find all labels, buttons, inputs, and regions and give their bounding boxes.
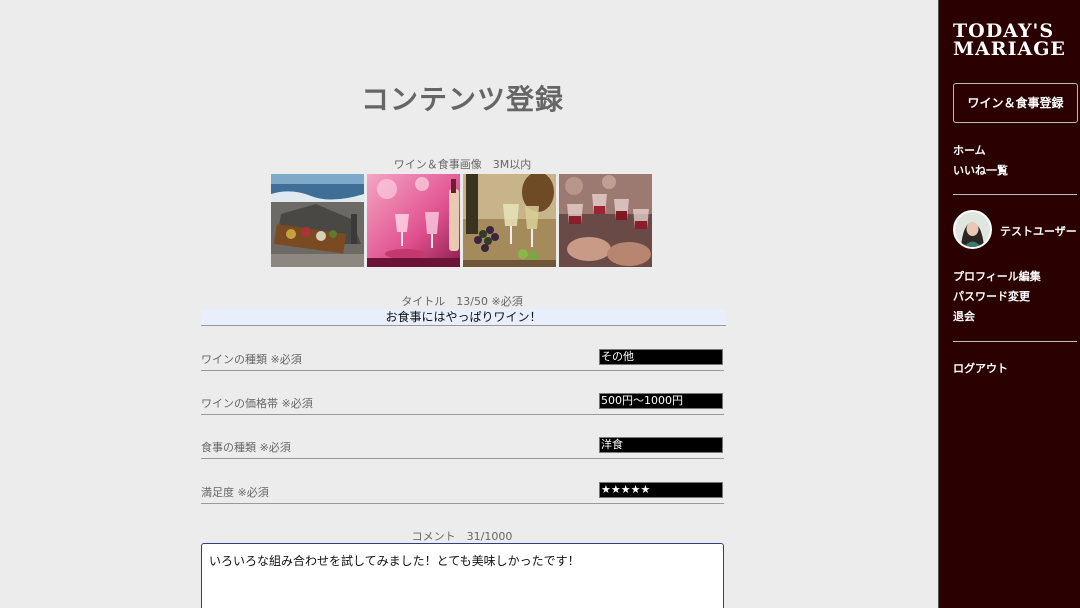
comment-label: コメント 31/1000 xyxy=(411,530,513,543)
image-thumbnails xyxy=(271,174,652,267)
nav-edit-profile[interactable]: プロフィール編集 xyxy=(953,268,1041,284)
satisfaction-select[interactable]: ★★★★★ xyxy=(599,482,723,498)
pink-wine-glasses-photo xyxy=(367,174,460,267)
food-type-label: 食事の種類 ※必須 xyxy=(201,441,291,454)
wine-price-select[interactable]: 500円〜1000円 xyxy=(599,393,723,409)
wine-type-select[interactable]: その他 xyxy=(599,349,723,365)
image-slot-1[interactable] xyxy=(271,174,364,267)
page-title: コンテンツ登録 xyxy=(360,83,564,116)
register-wine-food-button[interactable]: ワイン＆食事登録 xyxy=(953,83,1078,123)
seaside-picnic-photo xyxy=(271,174,364,267)
sidebar-divider xyxy=(953,194,1077,195)
sidebar-divider-2 xyxy=(953,341,1077,342)
user-avatar-icon xyxy=(955,212,990,247)
nav-withdraw[interactable]: 退会 xyxy=(953,308,975,324)
wine-price-row: ワインの価格帯 ※必須 500円〜1000円 xyxy=(201,393,724,415)
comment-textarea[interactable]: いろいろな組み合わせを試してみました！とても美味しかったです！ xyxy=(201,543,724,608)
site-logo[interactable]: TODAY'S MARIAGE xyxy=(953,22,1066,60)
grapes-white-wine-photo xyxy=(463,174,556,267)
nav-likes[interactable]: いいね一覧 xyxy=(953,162,1008,178)
satisfaction-label: 満足度 ※必須 xyxy=(201,486,269,499)
user-name[interactable]: テストユーザー xyxy=(1000,223,1077,239)
main-content: コンテンツ登録 ワイン＆食事画像 3M以内 タイトル 13/50 ※必須 お食事… xyxy=(0,0,938,608)
wine-type-label: ワインの種類 ※必須 xyxy=(201,353,302,366)
image-upload-label: ワイン＆食事画像 3M以内 xyxy=(393,158,532,171)
image-slot-3[interactable] xyxy=(463,174,556,267)
logo-line-2: MARIAGE xyxy=(953,38,1066,60)
image-slot-4[interactable] xyxy=(559,174,652,267)
title-input[interactable]: お食事にはやっぱりワイン！ xyxy=(201,309,726,326)
toast-red-wine-photo xyxy=(559,174,652,267)
wine-price-label: ワインの価格帯 ※必須 xyxy=(201,397,313,410)
nav-home[interactable]: ホーム xyxy=(953,142,986,158)
satisfaction-row: 満足度 ※必須 ★★★★★ xyxy=(201,482,724,504)
food-type-select[interactable]: 洋食 xyxy=(599,437,723,453)
nav-change-password[interactable]: パスワード変更 xyxy=(953,288,1030,304)
logout-link[interactable]: ログアウト xyxy=(953,360,1008,376)
food-type-row: 食事の種類 ※必須 洋食 xyxy=(201,437,724,459)
image-slot-2[interactable] xyxy=(367,174,460,267)
avatar[interactable] xyxy=(953,210,992,249)
title-label: タイトル 13/50 ※必須 xyxy=(401,295,523,308)
sidebar: TODAY'S MARIAGE ワイン＆食事登録 ホーム いいね一覧 テストユー… xyxy=(938,0,1080,608)
wine-type-row: ワインの種類 ※必須 その他 xyxy=(201,349,724,371)
